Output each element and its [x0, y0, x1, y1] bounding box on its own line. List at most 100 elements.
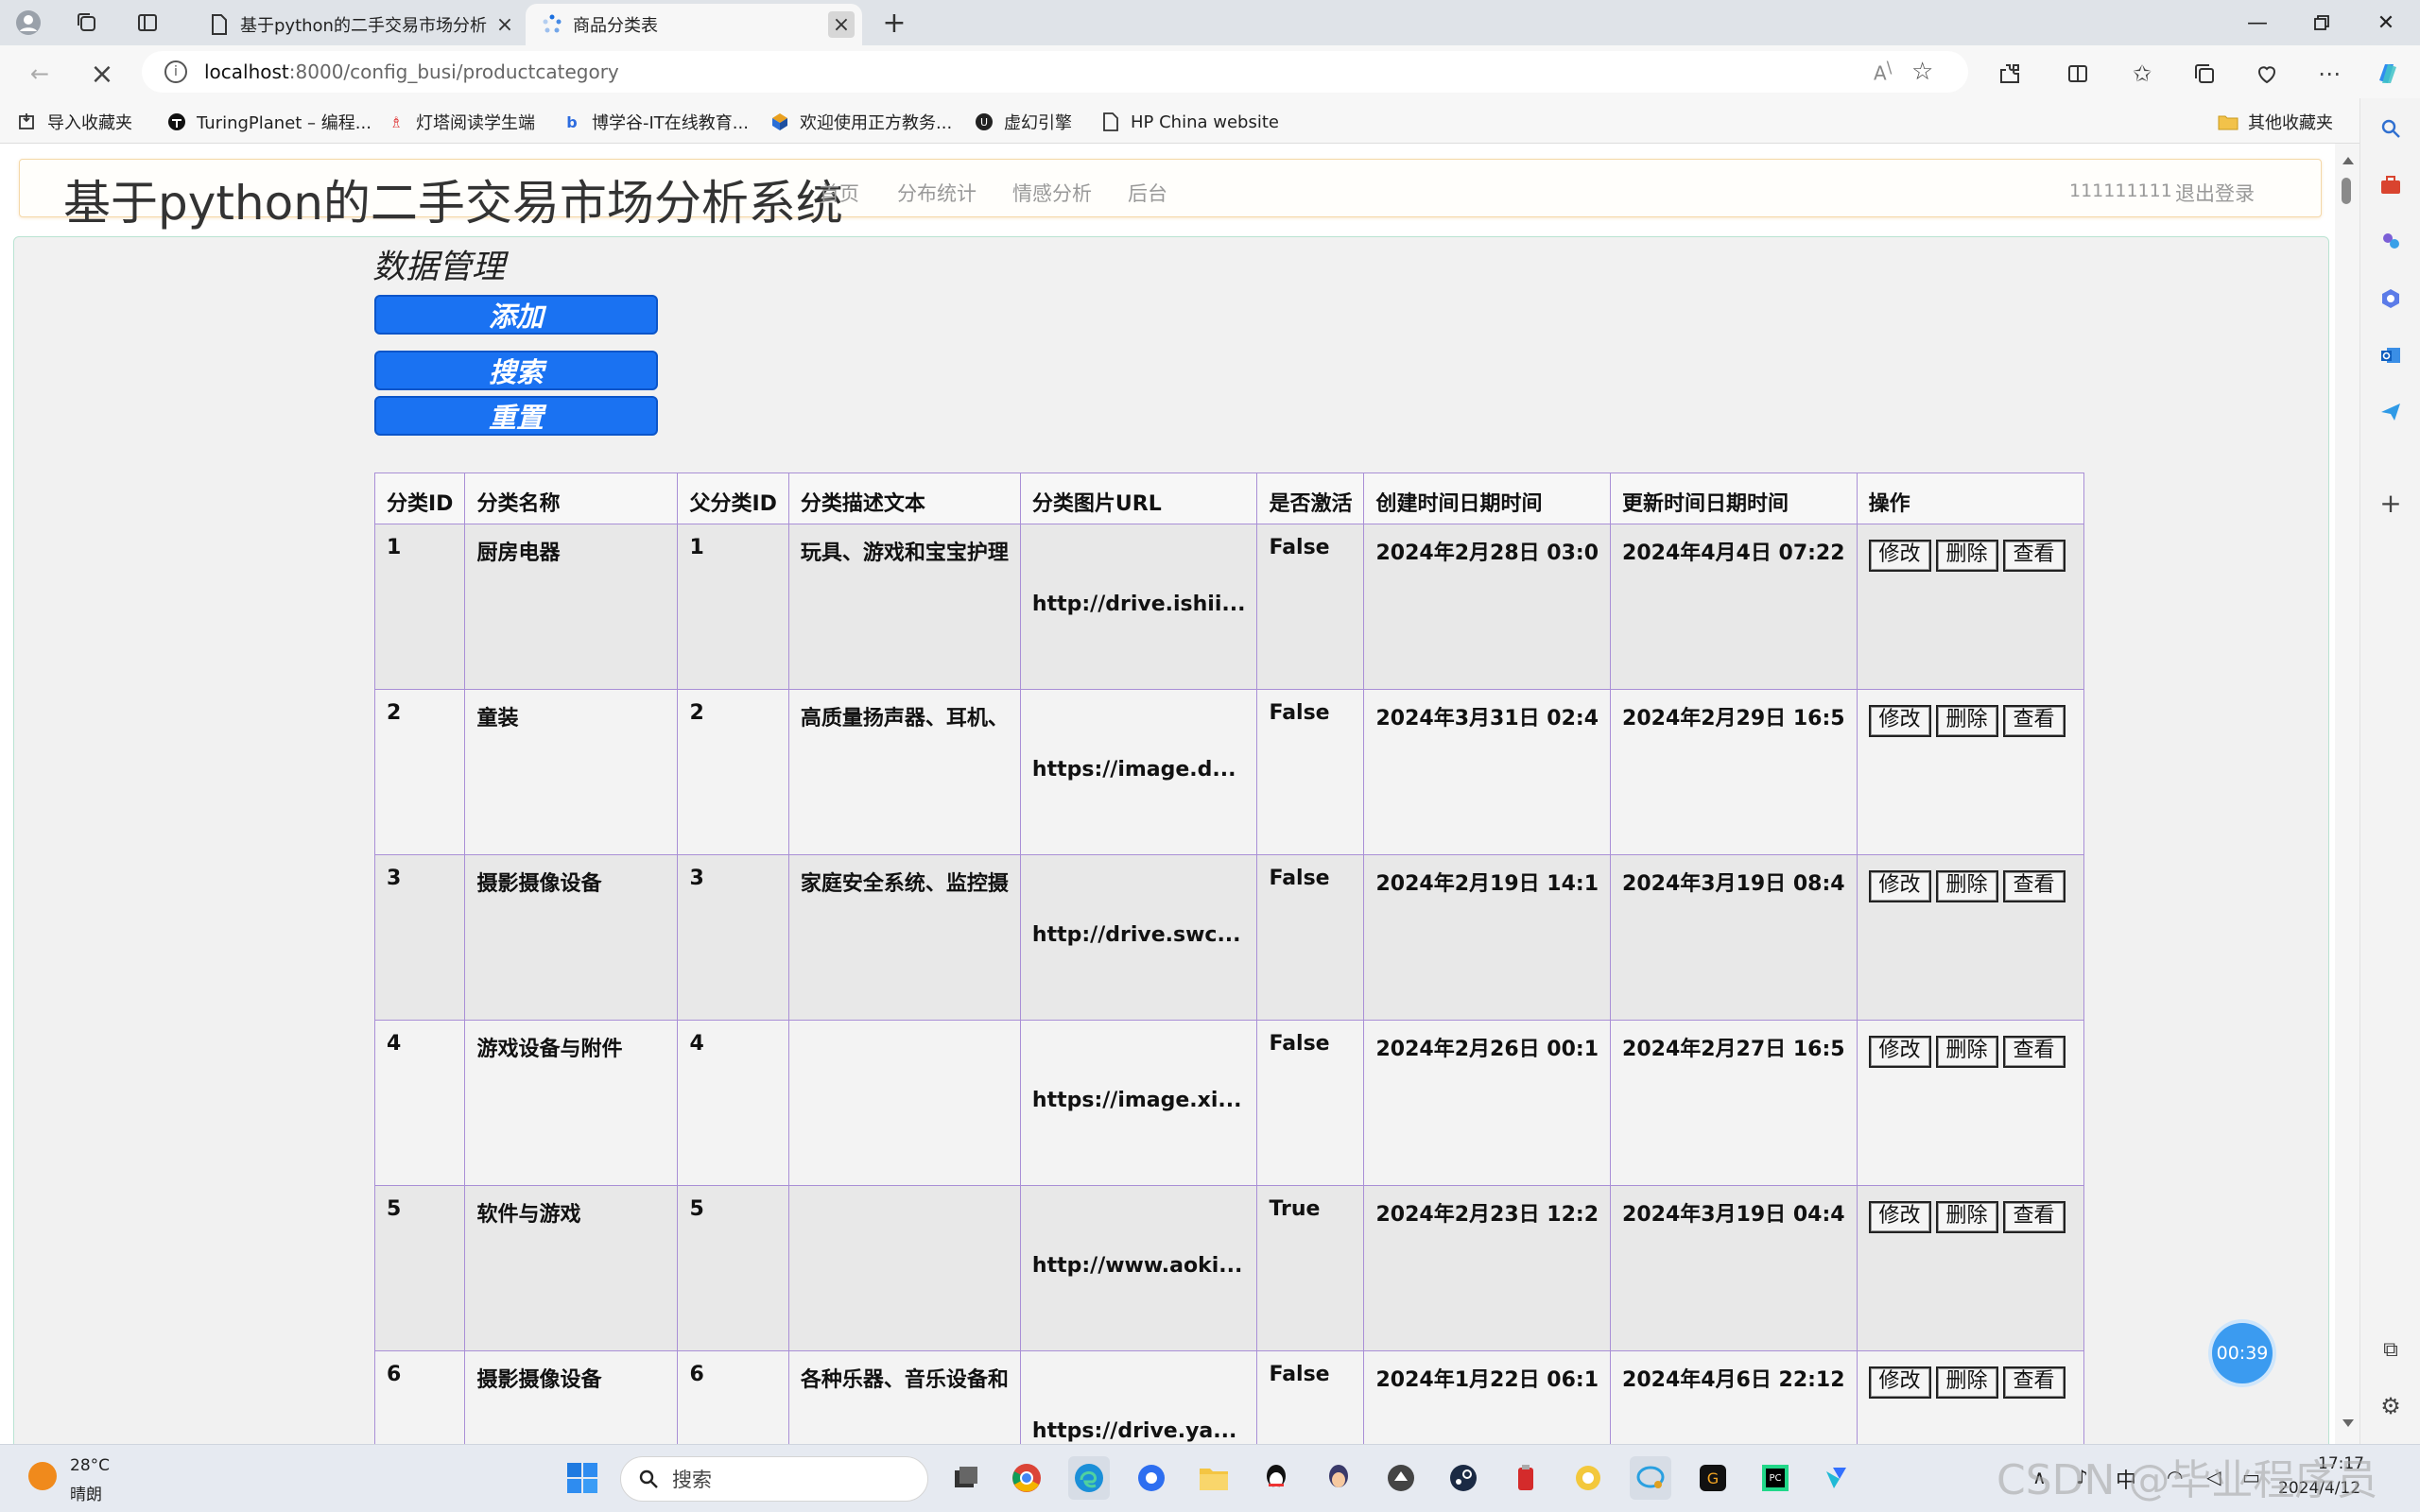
cell-actions: 修改 删除 查看	[1856, 1350, 2084, 1444]
view-button[interactable]: 查看	[2002, 870, 2066, 902]
favorite-star-icon[interactable]: ☆	[1911, 58, 1949, 86]
chat-app-icon[interactable]	[1131, 1456, 1172, 1500]
search-button[interactable]: 搜索	[374, 351, 658, 390]
view-button[interactable]: 查看	[2002, 1366, 2066, 1399]
profile-icon[interactable]	[13, 8, 43, 38]
add-sidebar-app-icon[interactable]: +	[2376, 488, 2406, 519]
scroll-down-icon[interactable]	[2342, 1419, 2354, 1427]
back-icon[interactable]: ←	[23, 57, 57, 91]
app-yellow-icon[interactable]	[1567, 1456, 1609, 1500]
reset-button[interactable]: 重置	[374, 396, 658, 436]
delete-button[interactable]: 删除	[1935, 1366, 1998, 1399]
bookmark-hp[interactable]: HP China website	[1100, 110, 1279, 134]
timer-badge[interactable]: 00:39	[2212, 1323, 2273, 1383]
weather-condition[interactable]: 晴朗	[70, 1481, 102, 1504]
view-button[interactable]: 查看	[2002, 1201, 2066, 1233]
category-table: 分类ID 分类名称 父分类ID 分类描述文本 分类图片URL 是否激活 创建时间…	[373, 472, 2084, 1444]
add-button[interactable]: 添加	[374, 295, 658, 335]
page-scrollbar[interactable]	[2335, 144, 2360, 1444]
app-bird-icon[interactable]	[1380, 1456, 1422, 1500]
workspaces-icon[interactable]	[72, 8, 102, 38]
read-aloud-icon[interactable]: A\	[1874, 59, 1911, 85]
steam-icon[interactable]	[1443, 1456, 1484, 1500]
close-tab-icon[interactable]: ×	[828, 11, 855, 38]
copilot-icon[interactable]	[2371, 57, 2405, 91]
outlook-icon[interactable]	[2376, 340, 2406, 370]
file-explorer-icon[interactable]	[1193, 1456, 1235, 1500]
edit-button[interactable]: 修改	[1868, 1201, 1931, 1233]
bookmark-unreal[interactable]: U 虚幻引擎	[974, 110, 1072, 134]
new-tab-icon[interactable]: +	[879, 7, 909, 40]
app-g-icon[interactable]: G	[1692, 1456, 1734, 1500]
games-icon[interactable]	[2376, 227, 2406, 257]
edge-icon[interactable]	[1068, 1456, 1110, 1500]
more-menu-icon[interactable]: ⋯	[2312, 57, 2346, 91]
bookmark-dengta[interactable]: ♗ 灯塔阅读学生端	[386, 110, 535, 134]
site-info-icon[interactable]: i	[164, 60, 187, 83]
edit-button[interactable]: 修改	[1868, 705, 1931, 737]
settings-gear-icon[interactable]: ⚙	[2376, 1391, 2406, 1421]
search-icon[interactable]	[2376, 113, 2406, 144]
edit-button[interactable]: 修改	[1868, 1366, 1931, 1399]
extensions-icon[interactable]	[1993, 57, 2027, 91]
qq-icon[interactable]	[1255, 1456, 1297, 1500]
bookmark-boxuegu[interactable]: b 博学谷-IT在线教育...	[562, 110, 749, 134]
qq-alt-icon[interactable]	[1318, 1456, 1359, 1500]
col-header: 操作	[1856, 472, 2084, 524]
delete-button[interactable]: 删除	[1935, 705, 1998, 737]
url-text[interactable]: localhost:8000/config_busi/productcatego…	[204, 60, 1874, 83]
view-button[interactable]: 查看	[2002, 705, 2066, 737]
delete-button[interactable]: 删除	[1935, 1036, 1998, 1068]
send-icon[interactable]	[2376, 397, 2406, 427]
other-favorites[interactable]: 其他收藏夹	[2218, 110, 2333, 134]
app-red-icon[interactable]	[1505, 1456, 1547, 1500]
delete-button[interactable]: 删除	[1935, 1201, 1998, 1233]
bookmark-import[interactable]: 导入收藏夹	[17, 110, 132, 134]
delete-button[interactable]: 删除	[1935, 540, 1998, 572]
pycharm-icon[interactable]: PC	[1754, 1456, 1796, 1500]
logout-link[interactable]: 退出登录	[2175, 179, 2255, 207]
close-tab-icon[interactable]: ×	[492, 11, 518, 38]
edit-button[interactable]: 修改	[1868, 540, 1931, 572]
minimize-icon[interactable]: —	[2225, 0, 2290, 45]
close-window-icon[interactable]: ✕	[2354, 0, 2418, 45]
taskbar-search[interactable]: 搜索	[620, 1456, 928, 1502]
feishu-icon[interactable]	[1817, 1456, 1858, 1500]
edit-button[interactable]: 修改	[1868, 1036, 1931, 1068]
tab-python-market[interactable]: 基于python的二手交易市场分析 ×	[193, 4, 526, 45]
chrome-icon[interactable]	[1006, 1456, 1047, 1500]
vertical-tabs-icon[interactable]	[132, 8, 163, 38]
view-button[interactable]: 查看	[2002, 1036, 2066, 1068]
bookmark-turingplanet[interactable]: TuringPlanet – 编程...	[166, 110, 372, 134]
weather-sun-icon[interactable]	[28, 1462, 57, 1490]
view-button[interactable]: 查看	[2002, 540, 2066, 572]
nav-admin[interactable]: 后台	[1128, 179, 1167, 207]
bookmark-zhengfang[interactable]: 欢迎使用正方教务...	[769, 110, 952, 134]
scroll-up-icon[interactable]	[2342, 157, 2354, 164]
restore-icon[interactable]	[2290, 0, 2354, 45]
stop-loading-icon[interactable]: ×	[85, 57, 119, 91]
address-bar[interactable]: i localhost:8000/config_busi/productcate…	[142, 51, 1968, 93]
nav-sentiment[interactable]: 情感分析	[1012, 179, 1092, 207]
task-view-icon[interactable]	[945, 1456, 987, 1500]
browser-essentials-icon[interactable]	[2250, 57, 2284, 91]
hide-sidebar-icon[interactable]: ⧉	[2376, 1334, 2406, 1365]
scrollbar-thumb[interactable]	[2342, 178, 2351, 204]
split-screen-icon[interactable]	[2061, 57, 2095, 91]
delete-button[interactable]: 删除	[1935, 870, 1998, 902]
tools-icon[interactable]	[2376, 170, 2406, 200]
username[interactable]: 111111111	[2069, 180, 2172, 201]
cell-image-url: https://image.xi...	[1019, 1020, 1258, 1186]
edit-button[interactable]: 修改	[1868, 870, 1931, 902]
start-windows-icon[interactable]	[562, 1456, 603, 1500]
weather-temp[interactable]: 28°C	[70, 1456, 110, 1475]
collections-icon[interactable]	[2187, 57, 2221, 91]
office-icon[interactable]	[2376, 284, 2406, 314]
nav-home[interactable]: 首页	[820, 179, 859, 207]
tab-product-category[interactable]: 商品分类表 ×	[526, 4, 862, 45]
screen-recorder-icon[interactable]	[1630, 1456, 1671, 1500]
favorites-icon[interactable]: ✩	[2125, 57, 2159, 91]
nav-distribution[interactable]: 分布统计	[897, 179, 977, 207]
tab-title: 商品分类表	[573, 16, 658, 36]
table-row: 3 摄影摄像设备 3 家庭安全系统、监控摄 http://drive.swc..…	[373, 854, 2084, 1021]
